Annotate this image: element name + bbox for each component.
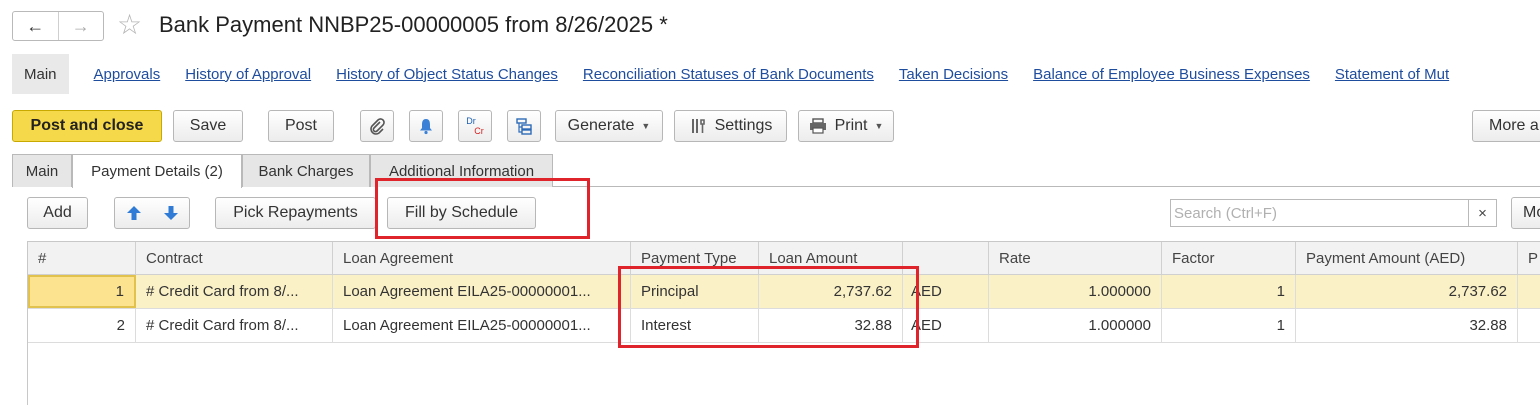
clear-search-icon[interactable]: × bbox=[1469, 199, 1497, 227]
generate-label: Generate bbox=[567, 117, 635, 134]
page-title: Bank Payment NNBP25-00000005 from 8/26/2… bbox=[159, 12, 668, 37]
generate-dropdown-button[interactable]: Generate ▼ bbox=[555, 110, 663, 142]
hierarchy-icon bbox=[516, 118, 532, 135]
paperclip-icon bbox=[370, 118, 385, 135]
factor-cell[interactable]: 1 bbox=[1162, 275, 1296, 308]
printer-icon bbox=[809, 118, 826, 134]
dr-cr-button[interactable]: Dr Cr bbox=[458, 110, 492, 142]
nav-link-statement-of-mutual[interactable]: Statement of Mut bbox=[1335, 66, 1449, 83]
attachment-button[interactable] bbox=[360, 110, 394, 142]
settings-button[interactable]: Settings bbox=[674, 110, 787, 142]
print-label: Print bbox=[834, 117, 868, 134]
reminder-button[interactable] bbox=[409, 110, 443, 142]
row-number-cell[interactable]: 2 bbox=[28, 309, 136, 342]
navigation-buttons: ← → bbox=[12, 11, 104, 41]
search-input[interactable] bbox=[1170, 199, 1469, 227]
nav-link-history-of-status-changes[interactable]: History of Object Status Changes bbox=[336, 66, 558, 83]
move-down-arrow-icon[interactable] bbox=[163, 205, 179, 221]
forward-arrow-icon[interactable]: → bbox=[59, 12, 104, 40]
loan-agreement-cell[interactable]: Loan Agreement EILA25-00000001... bbox=[333, 309, 631, 342]
contract-cell[interactable]: # Credit Card from 8/... bbox=[136, 309, 333, 342]
nav-link-balance-business-expenses[interactable]: Balance of Employee Business Expenses bbox=[1033, 66, 1310, 83]
column-header-contract[interactable]: Contract bbox=[136, 242, 333, 274]
payment-amount-cell[interactable]: 2,737.62 bbox=[1296, 275, 1518, 308]
column-header-rate[interactable]: Rate bbox=[989, 242, 1162, 274]
settings-label: Settings bbox=[714, 117, 773, 134]
structure-button[interactable] bbox=[507, 110, 541, 142]
payment-amount-cell[interactable]: 32.88 bbox=[1296, 309, 1518, 342]
contract-cell[interactable]: # Credit Card from 8/... bbox=[136, 275, 333, 308]
loan-agreement-cell[interactable]: Loan Agreement EILA25-00000001... bbox=[333, 275, 631, 308]
more-actions-button[interactable]: More a bbox=[1472, 110, 1540, 142]
nav-link-history-of-approval[interactable]: History of Approval bbox=[185, 66, 311, 83]
post-button[interactable]: Post bbox=[268, 110, 334, 142]
annotation-highlight-fill-by-schedule bbox=[375, 178, 590, 239]
tab-payment-details[interactable]: Payment Details (2) bbox=[72, 154, 242, 188]
nav-link-approvals[interactable]: Approvals bbox=[94, 66, 161, 83]
nav-link-main[interactable]: Main bbox=[12, 54, 69, 94]
column-header-factor[interactable]: Factor bbox=[1162, 242, 1296, 274]
tab-main[interactable]: Main bbox=[12, 154, 72, 187]
column-header-partial[interactable]: P bbox=[1518, 242, 1540, 274]
form-navigation-bar: Main Approvals History of Approval Histo… bbox=[12, 54, 1449, 94]
table-more-button[interactable]: Mo bbox=[1511, 197, 1540, 229]
nav-link-reconciliation-statuses[interactable]: Reconciliation Statuses of Bank Document… bbox=[583, 66, 874, 83]
column-header-payment-amount[interactable]: Payment Amount (AED) bbox=[1296, 242, 1518, 274]
save-button[interactable]: Save bbox=[173, 110, 243, 142]
move-up-arrow-icon[interactable] bbox=[126, 205, 142, 221]
rate-cell[interactable]: 1.000000 bbox=[989, 275, 1162, 308]
caret-down-icon: ▼ bbox=[874, 121, 884, 131]
factor-cell[interactable]: 1 bbox=[1162, 309, 1296, 342]
bell-icon bbox=[420, 119, 432, 135]
back-arrow-icon[interactable]: ← bbox=[13, 12, 59, 40]
print-dropdown-button[interactable]: Print ▼ bbox=[798, 110, 894, 142]
favorite-star-icon[interactable]: ☆ bbox=[117, 9, 142, 41]
cr-label: Cr bbox=[474, 126, 484, 136]
add-row-button[interactable]: Add bbox=[27, 197, 88, 229]
nav-link-taken-decisions[interactable]: Taken Decisions bbox=[899, 66, 1008, 83]
annotation-highlight-payment-amounts bbox=[618, 266, 919, 348]
rate-cell[interactable]: 1.000000 bbox=[989, 309, 1162, 342]
tab-bank-charges[interactable]: Bank Charges bbox=[242, 154, 370, 187]
caret-down-icon: ▼ bbox=[641, 121, 651, 131]
row-number-cell[interactable]: 1 bbox=[28, 275, 136, 308]
dr-label: Dr bbox=[466, 116, 476, 126]
column-header-loan-agreement[interactable]: Loan Agreement bbox=[333, 242, 631, 274]
tools-icon bbox=[691, 119, 705, 133]
partial-cell[interactable] bbox=[1518, 309, 1540, 342]
partial-cell[interactable] bbox=[1518, 275, 1540, 308]
column-header-number[interactable]: # bbox=[28, 242, 136, 274]
move-buttons bbox=[114, 197, 190, 229]
pick-repayments-button[interactable]: Pick Repayments bbox=[215, 197, 376, 229]
post-and-close-button[interactable]: Post and close bbox=[12, 110, 162, 142]
